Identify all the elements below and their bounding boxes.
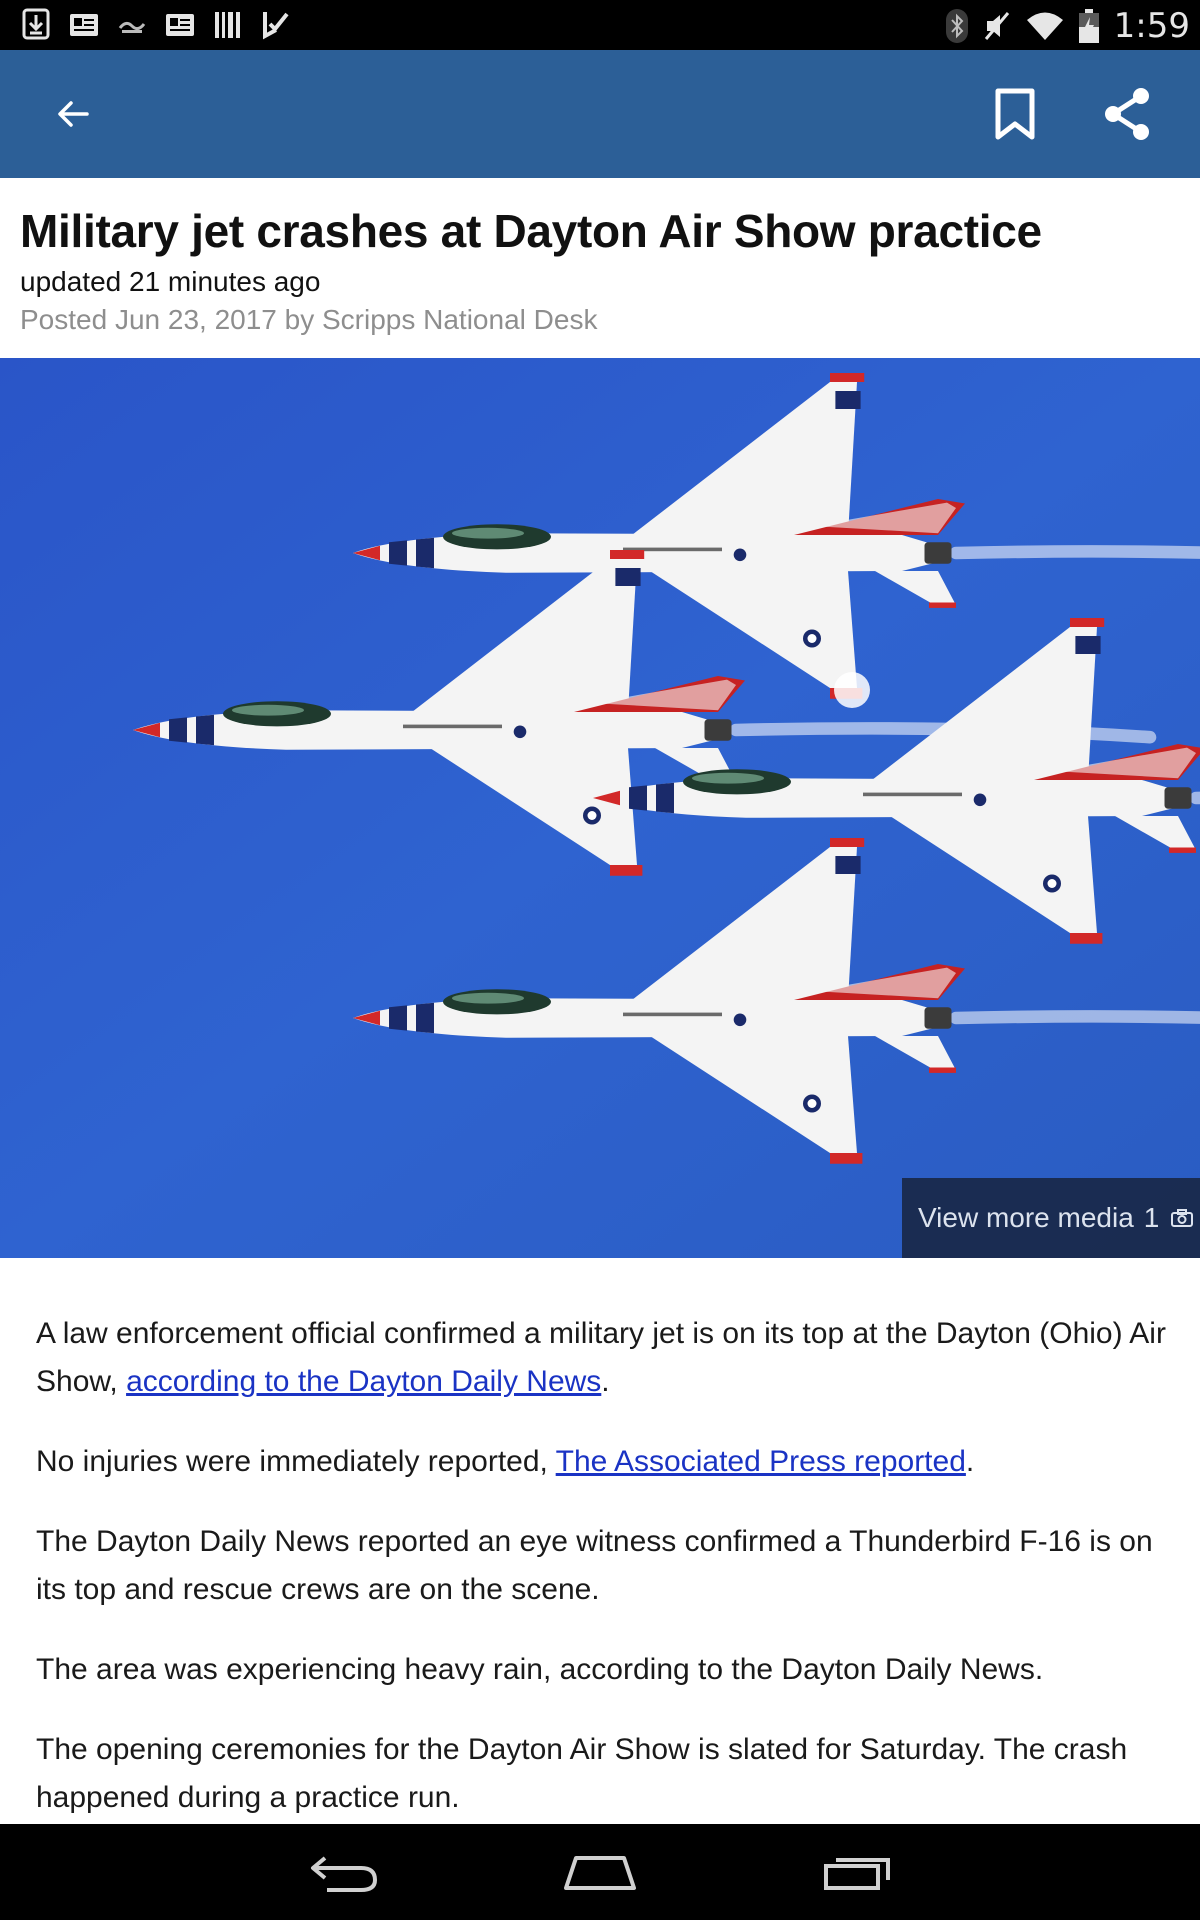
- nav-back-icon: [311, 1856, 378, 1892]
- paragraph: The opening ceremonies for the Dayton Ai…: [36, 1733, 1128, 1814]
- article-body: A law enforcement official confirmed a m…: [36, 1310, 1166, 1854]
- dayton-daily-news-link[interactable]: according to the Dayton Daily News: [126, 1365, 601, 1398]
- view-more-media-button[interactable]: View more media 1: [902, 1178, 1200, 1258]
- paragraph: The area was experiencing heavy rain, ac…: [36, 1653, 1044, 1686]
- battery-icon: [1078, 9, 1099, 43]
- bookmark-icon: [995, 88, 1035, 140]
- share-button[interactable]: [1072, 50, 1182, 178]
- camera-icon: [1171, 1209, 1194, 1227]
- media-count: 1: [1143, 1202, 1160, 1233]
- download-icon: [22, 8, 50, 40]
- paragraph-text: .: [965, 1445, 975, 1478]
- home-icon: [564, 1856, 636, 1890]
- navigation-bar: [0, 1824, 1200, 1920]
- barcode-icon: [215, 12, 240, 38]
- bluetooth-icon: [945, 9, 968, 43]
- jets-photo: [0, 358, 1200, 1258]
- article-headline: Military jet crashes at Dayton Air Show …: [20, 205, 1042, 257]
- share-icon: [1105, 88, 1149, 140]
- home-button[interactable]: [520, 1824, 680, 1920]
- wifi-icon: [1026, 12, 1063, 40]
- hero-image[interactable]: View more media 1: [0, 358, 1200, 1258]
- back-arrow-icon: [58, 101, 89, 127]
- app-bar: [0, 50, 1200, 178]
- news-icon: [166, 14, 194, 36]
- sun-glare: [834, 672, 870, 708]
- recent-apps-button[interactable]: [778, 1824, 938, 1920]
- associated-press-link[interactable]: The Associated Press reported: [556, 1445, 966, 1478]
- paragraph: No injuries were immediately reported, T…: [36, 1438, 1166, 1486]
- checkmark-icon: [263, 12, 289, 40]
- posted-byline: Posted Jun 23, 2017 by Scripps National …: [20, 304, 598, 335]
- status-bar: 1:59: [0, 0, 1200, 50]
- paragraph: A law enforcement official confirmed a m…: [36, 1310, 1166, 1406]
- paragraph-text: No injuries were immediately reported,: [36, 1445, 556, 1478]
- news-icon: [70, 14, 98, 36]
- back-button[interactable]: [18, 50, 128, 178]
- newspaper-logo-icon: [118, 21, 146, 33]
- updated-time: updated 21 minutes ago: [20, 266, 321, 297]
- paragraph-text: .: [601, 1365, 610, 1398]
- mute-icon: [984, 12, 1009, 40]
- nav-back-button[interactable]: [264, 1824, 424, 1920]
- paragraph: The Dayton Daily News reported an eye wi…: [36, 1525, 1153, 1606]
- clock: 1:59: [1113, 6, 1190, 46]
- recent-apps-icon: [824, 1858, 890, 1890]
- view-more-media-label: View more media: [918, 1202, 1134, 1233]
- bookmark-button[interactable]: [960, 50, 1070, 178]
